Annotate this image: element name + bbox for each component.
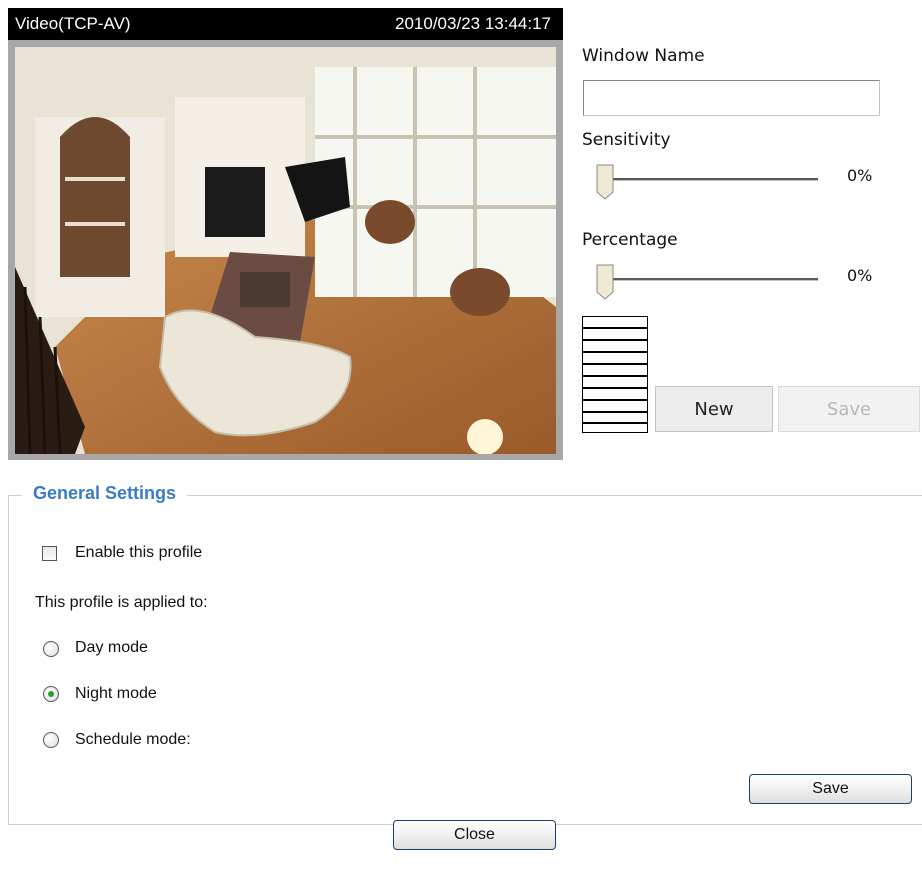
percentage-slider[interactable] <box>596 264 818 304</box>
meter-segment <box>583 327 647 329</box>
general-settings-legend: General Settings <box>22 483 188 504</box>
meter-segment <box>583 351 647 353</box>
new-window-button[interactable]: New <box>655 386 773 432</box>
percentage-value: 0% <box>847 266 873 285</box>
sensitivity-value: 0% <box>847 166 873 185</box>
meter-segment <box>583 363 647 365</box>
motion-level-meter <box>582 316 648 433</box>
close-button[interactable]: Close <box>393 820 556 850</box>
video-title: Video(TCP-AV) <box>15 14 131 33</box>
save-window-button[interactable]: Save <box>778 386 920 432</box>
schedule-mode-radio[interactable] <box>43 732 59 748</box>
sensitivity-label: Sensitivity <box>582 130 671 150</box>
video-timestamp: 2010/03/23 13:44:17 <box>395 14 551 33</box>
meter-segment <box>583 387 647 389</box>
live-video-view[interactable] <box>15 47 556 454</box>
meter-segment <box>583 375 647 377</box>
day-mode-radio[interactable] <box>43 641 59 657</box>
night-mode-label[interactable]: Night mode <box>75 685 157 703</box>
schedule-mode-label[interactable]: Schedule mode: <box>75 731 191 749</box>
room-scene-image <box>15 47 556 454</box>
sensitivity-slider[interactable] <box>596 164 818 204</box>
enable-profile-label[interactable]: Enable this profile <box>75 544 202 562</box>
percentage-label: Percentage <box>582 230 678 250</box>
meter-segment <box>583 339 647 341</box>
meter-segment <box>583 422 647 424</box>
sensitivity-slider-thumb[interactable] <box>596 164 614 200</box>
percentage-slider-track <box>602 278 818 281</box>
video-frame <box>8 40 563 460</box>
enable-profile-checkbox[interactable] <box>42 546 57 561</box>
day-mode-label[interactable]: Day mode <box>75 639 148 657</box>
applied-to-label: This profile is applied to: <box>35 594 208 611</box>
meter-segment <box>583 411 647 413</box>
window-name-input[interactable] <box>583 80 880 116</box>
percentage-slider-thumb[interactable] <box>596 264 614 300</box>
settings-save-button[interactable]: Save <box>749 774 912 804</box>
window-name-label: Window Name <box>582 46 705 66</box>
night-mode-radio[interactable] <box>43 686 59 702</box>
video-header: Video(TCP-AV) 2010/03/23 13:44:17 <box>8 8 563 40</box>
meter-segment <box>583 399 647 401</box>
radio-selected-dot <box>48 691 54 697</box>
sensitivity-slider-track <box>602 178 818 181</box>
